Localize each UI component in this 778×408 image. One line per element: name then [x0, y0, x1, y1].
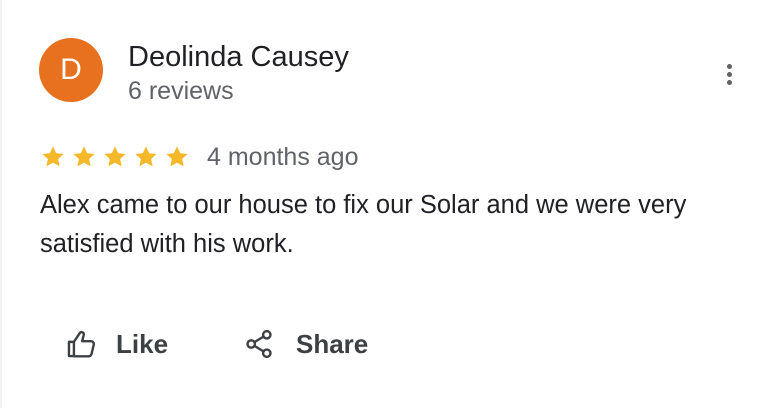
share-button[interactable]: Share: [242, 324, 368, 364]
star-icon: [166, 146, 188, 167]
avatar[interactable]: D: [39, 38, 103, 102]
share-icon: [246, 329, 272, 359]
star-icon: [42, 146, 64, 167]
like-label: Like: [116, 329, 169, 359]
review-count[interactable]: 6 reviews: [128, 76, 234, 106]
more-vert-icon-dot: [727, 64, 732, 69]
review-text: Alex came to our house to fix our Solar …: [40, 191, 687, 258]
star-rating: [40, 144, 195, 170]
share-label: Share: [296, 329, 369, 359]
thumb-up-icon: [67, 330, 96, 358]
star-icon: [73, 146, 95, 167]
more-options-button[interactable]: [712, 54, 748, 94]
star-icon: [104, 146, 126, 167]
like-button[interactable]: Like: [64, 324, 168, 364]
rating-row: 4 months ago: [40, 140, 359, 174]
review-card: D Deolinda Causey 6 reviews 4 months ago…: [0, 0, 778, 408]
more-vert-icon-dot: [727, 72, 732, 77]
review-date: 4 months ago: [207, 143, 359, 171]
author-name[interactable]: Deolinda Causey: [128, 40, 349, 74]
more-vert-icon-dot: [727, 80, 732, 85]
star-icon: [135, 146, 157, 167]
